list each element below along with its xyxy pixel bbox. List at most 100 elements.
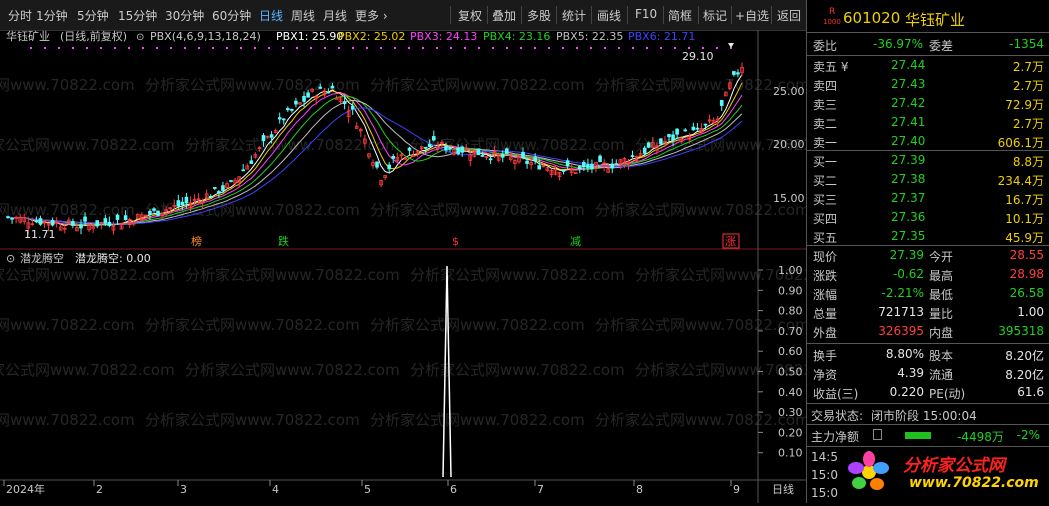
candle-body xyxy=(6,216,10,219)
period-tab-daily[interactable]: 日线 xyxy=(259,7,283,24)
stats-button[interactable]: 统计 xyxy=(562,7,586,24)
period-tab-weekly[interactable]: 周线 xyxy=(291,7,315,24)
candle-body xyxy=(375,161,379,168)
order-book-row[interactable]: 买四 27.36 10.1万 xyxy=(807,208,1049,228)
doc-icon[interactable] xyxy=(873,429,882,440)
candle-body xyxy=(598,155,602,163)
candle-body xyxy=(456,147,460,155)
stat-value: 27.39 xyxy=(889,248,924,262)
watermark-text: 分析家公式网www.70822.com xyxy=(370,316,585,334)
signal-dot xyxy=(464,47,466,49)
level-price: 27.36 xyxy=(891,210,926,224)
sub-tick-label: 0.30 xyxy=(778,406,803,419)
sub-tick-label: 0.70 xyxy=(778,325,803,338)
signal-dot xyxy=(142,47,144,49)
period-tab-5min[interactable]: 5分钟 xyxy=(77,7,109,24)
candle-body xyxy=(423,146,428,149)
fuquan-button[interactable]: 复权 xyxy=(458,7,482,24)
candle-body xyxy=(504,148,509,154)
sub-tick-label: 1.00 xyxy=(778,264,803,277)
sub-tick-label: 0.10 xyxy=(778,447,803,460)
sub-collapse-icon[interactable]: ⊙ xyxy=(6,252,15,265)
mark-button[interactable]: 标记 xyxy=(703,7,727,24)
signal-dot xyxy=(338,47,340,49)
draw-line-button[interactable]: 画线 xyxy=(597,7,621,24)
netflow-value: -4498万 xyxy=(957,430,1004,444)
collapse-icon[interactable]: ⊙ xyxy=(136,32,144,43)
signal-dot xyxy=(632,47,634,49)
signal-dot xyxy=(30,47,32,49)
order-book-row[interactable]: 卖四 27.43 2.7万 xyxy=(807,75,1049,95)
candle-body xyxy=(79,224,83,229)
candle-body xyxy=(326,91,331,94)
stat-value: 26.58 xyxy=(1009,286,1044,300)
candle-body xyxy=(148,210,152,215)
date-label: 2 xyxy=(96,483,103,496)
candle-body xyxy=(537,165,542,170)
logo-text: 分析家公式网 xyxy=(903,456,1005,476)
back-button[interactable]: 返回 xyxy=(777,7,801,24)
level-label: 买五 xyxy=(813,231,838,245)
order-book-row[interactable]: 买一 27.39 8.8万 xyxy=(807,151,1049,171)
level-label: 买一 xyxy=(813,155,838,169)
order-book-row[interactable]: 卖三 27.42 72.9万 xyxy=(807,94,1049,114)
chart-area[interactable]: 分析家公式网www.70822.com 分析家公式网www.70822.com 分析… xyxy=(0,29,850,503)
candle-body xyxy=(269,134,274,138)
simple-frame-button[interactable]: 简框 xyxy=(668,7,692,24)
netflow-label: 主力净额 xyxy=(811,430,860,444)
period-tab-more[interactable]: 更多 › xyxy=(355,7,388,24)
date-label: 2024年 xyxy=(6,482,45,496)
signal-dot xyxy=(506,47,508,49)
candle-body xyxy=(695,127,700,130)
sub-indicator-name[interactable]: 潜龙腾空 xyxy=(20,251,64,265)
order-book-row[interactable]: 卖一 27.40 606.1万 xyxy=(807,132,1049,152)
watermark-text: 分析家公式网www.70822.com xyxy=(410,266,625,284)
candle-body xyxy=(659,138,663,145)
candle-body xyxy=(334,97,339,100)
order-book-row[interactable]: 卖二 27.41 2.7万 xyxy=(807,113,1049,133)
order-book-row[interactable]: 买三 27.37 16.7万 xyxy=(807,189,1049,209)
candle-body xyxy=(630,155,635,157)
multi-stock-button[interactable]: 多股 xyxy=(527,7,551,24)
period-tab-30min[interactable]: 30分钟 xyxy=(165,7,204,24)
quote-panel: R 1000 601020 华钰矿业 委比 -36.97% 委差 -1354 卖… xyxy=(806,0,1049,503)
candle-body xyxy=(565,160,570,167)
watermark-text: 分析家公式网www.70822.com xyxy=(0,136,175,154)
add-watchlist-button[interactable]: +自选 xyxy=(735,7,769,24)
order-book-row[interactable]: 买二 27.38 234.4万 xyxy=(807,170,1049,190)
period-tab-1min[interactable]: 1分钟 xyxy=(36,7,68,24)
period-tab-60min[interactable]: 60分钟 xyxy=(212,7,251,24)
pbx5-label: PBX5: 22.35 xyxy=(556,30,623,43)
candle-body xyxy=(180,201,185,205)
overlay-button[interactable]: 叠加 xyxy=(492,7,516,24)
order-book-row[interactable]: 卖五 ¥ 27.44 2.7万 xyxy=(807,56,1049,76)
kline-chart[interactable]: 分析家公式网www.70822.com 分析家公式网www.70822.com 分析… xyxy=(0,29,850,503)
divider xyxy=(807,32,1049,33)
order-book-row[interactable]: 买五 27.35 45.9万 xyxy=(807,227,1049,247)
signal-dot xyxy=(72,47,74,49)
stat-value: 4.39 xyxy=(897,366,924,380)
candle-body xyxy=(290,108,294,111)
candle-body xyxy=(10,217,14,220)
signal-dot xyxy=(240,47,242,49)
signal-dots xyxy=(30,43,734,49)
date-axis: 2024年 2 3 4 5 6 7 8 9 xyxy=(3,480,740,496)
candle-body xyxy=(460,146,464,153)
indicator-name[interactable]: PBX(4,6,9,13,18,24) xyxy=(150,30,261,43)
date-label: 4 xyxy=(272,483,279,496)
stat-value: -0.62 xyxy=(892,267,924,281)
signal-dot xyxy=(100,47,102,49)
level-label: 卖三 xyxy=(813,98,838,112)
period-tab-monthly[interactable]: 月线 xyxy=(323,7,347,24)
period-tab-15min[interactable]: 15分钟 xyxy=(118,7,157,24)
tick-time: 15:0 xyxy=(811,486,838,500)
level-label: 卖一 xyxy=(813,136,838,150)
f10-button[interactable]: F10 xyxy=(635,7,657,21)
divider xyxy=(807,446,1049,447)
candle-body xyxy=(342,101,347,105)
period-tab-fenshi[interactable]: 分时 xyxy=(8,7,32,24)
candle-body xyxy=(391,155,396,159)
stat-label: 外盘 xyxy=(813,326,838,340)
toolbar-divider xyxy=(556,6,557,24)
candle-body xyxy=(521,151,525,159)
